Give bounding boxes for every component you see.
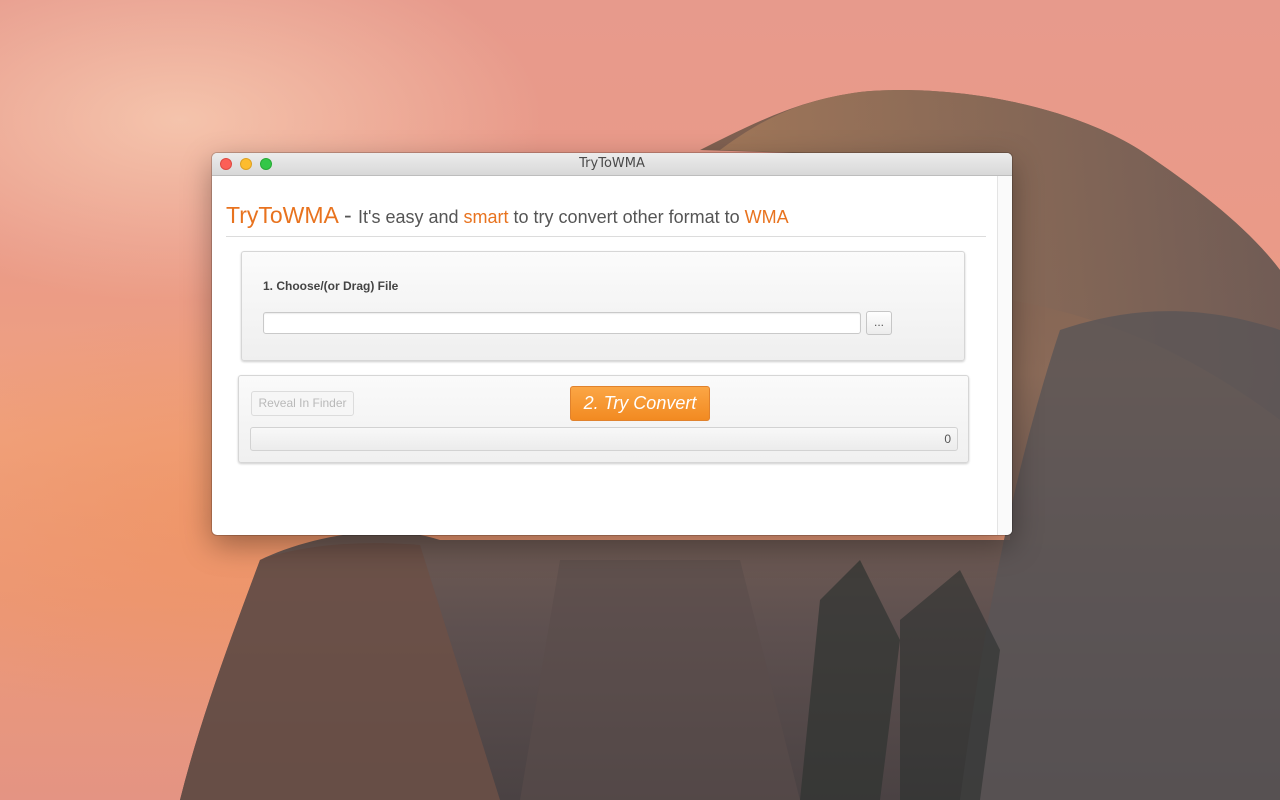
app-window: TryToWMA TryToWMA - It's easy and smart … <box>212 153 1012 535</box>
header-text-2: to try convert other format to <box>508 207 745 227</box>
header-dash: - <box>337 202 359 228</box>
choose-file-panel[interactable]: 1. Choose/(or Drag) File ... <box>241 251 965 361</box>
header-text-1: It's easy and <box>358 207 464 227</box>
progress-value: 0 <box>944 432 951 446</box>
title-bar[interactable]: TryToWMA <box>212 153 1012 176</box>
choose-file-label: 1. Choose/(or Drag) File <box>263 279 399 293</box>
header-accent-wma: WMA <box>744 207 789 227</box>
reveal-in-finder-button[interactable]: Reveal In Finder <box>251 391 354 416</box>
minimize-window-button[interactable] <box>240 158 252 170</box>
page-header: TryToWMA - It's easy and smart to try co… <box>226 202 986 237</box>
try-convert-button[interactable]: 2. Try Convert <box>570 386 710 421</box>
close-window-button[interactable] <box>220 158 232 170</box>
convert-panel: Reveal In Finder 2. Try Convert 0 <box>238 375 969 463</box>
conversion-progress-bar: 0 <box>250 427 958 451</box>
zoom-window-button[interactable] <box>260 158 272 170</box>
app-brand: TryToWMA <box>226 202 338 228</box>
browse-button[interactable]: ... <box>866 311 892 335</box>
window-title: TryToWMA <box>579 156 645 171</box>
vertical-scrollbar[interactable] <box>997 176 1012 535</box>
header-accent-smart: smart <box>463 207 509 227</box>
file-path-input[interactable] <box>263 312 861 334</box>
